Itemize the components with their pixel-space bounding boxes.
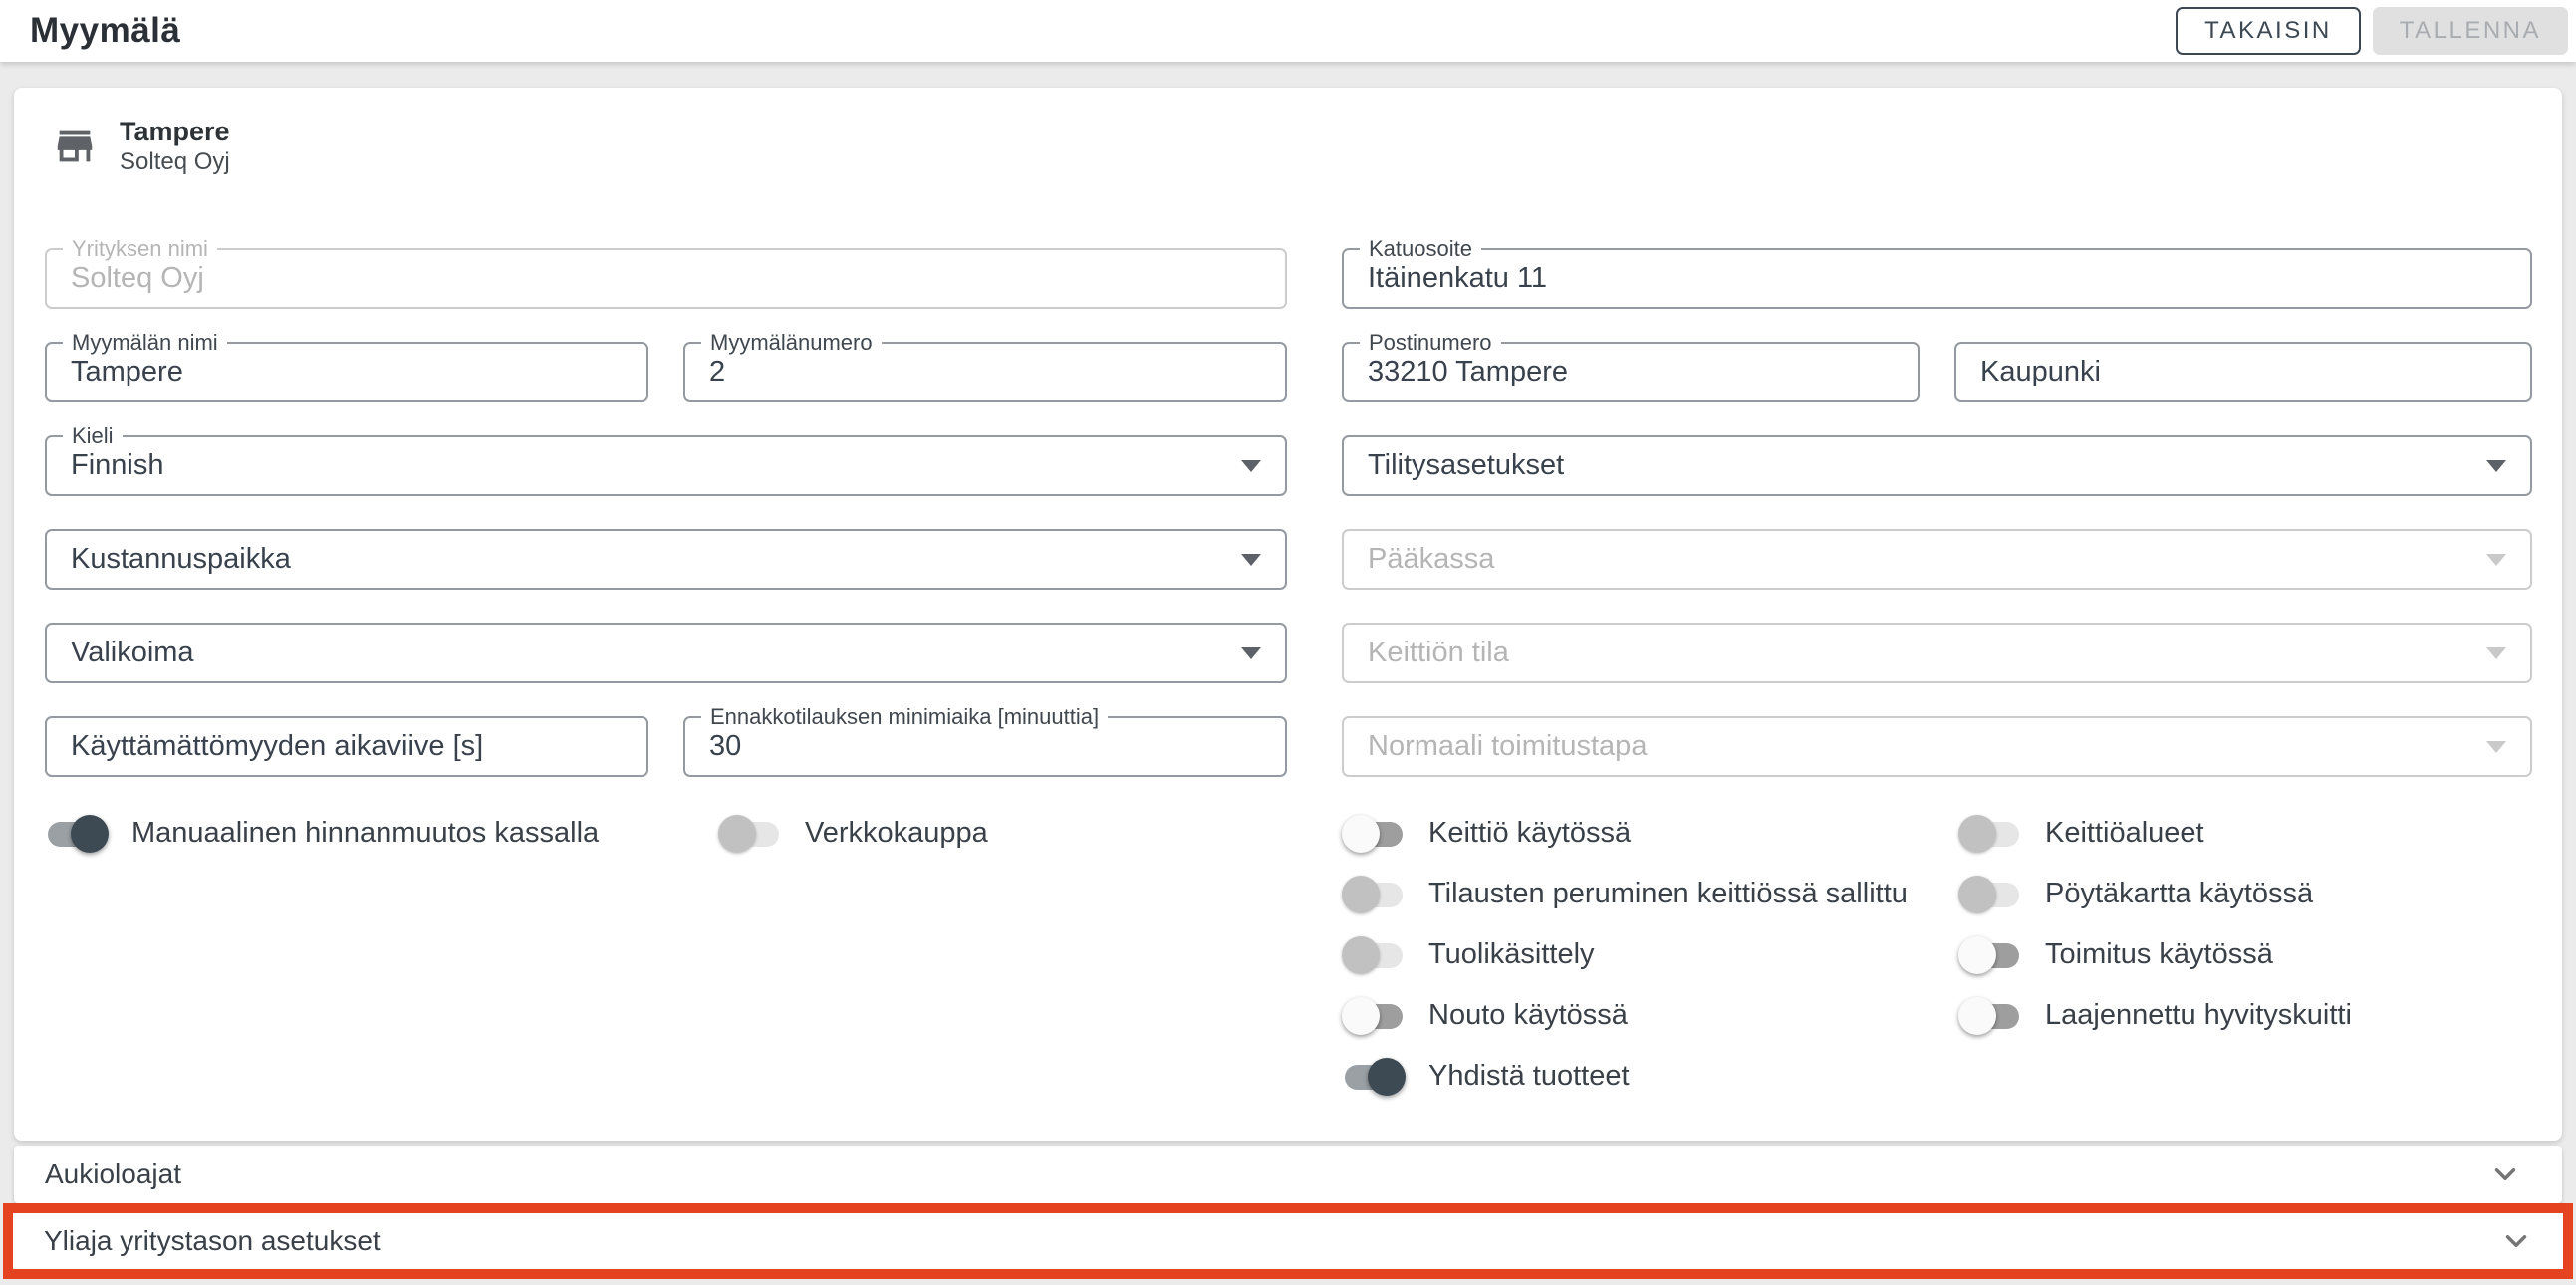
toggle-webshop: Verkkokauppa — [718, 803, 988, 864]
field-value: 30 — [709, 730, 741, 763]
toggle-table-map: Pöytäkartta käytössä — [1958, 864, 2352, 924]
dropdown-arrow-icon — [1241, 554, 1261, 566]
field-label: Katuosoite — [1360, 236, 1481, 262]
main-register-select: Pääkassa — [1342, 529, 2532, 590]
toggle-label: Verkkokauppa — [805, 817, 988, 850]
toggle-label: Laajennettu hyvityskuitti — [2045, 999, 2352, 1032]
store-name-field[interactable]: Myymälän nimi Tampere — [45, 342, 648, 402]
switch — [718, 815, 782, 853]
toggles-section: Manuaalinen hinnanmuutos kassalla Verkko… — [45, 803, 2532, 1107]
app-header: Myymälä TAKAISIN TALLENNA — [0, 0, 2576, 62]
preorder-min-time-field[interactable]: Ennakkotilauksen minimiaika [minuuttia] … — [683, 716, 1287, 777]
field-placeholder: Kaupunki — [1980, 356, 2101, 388]
field-value: Normaali toimitustapa — [1368, 730, 1647, 763]
store-settings-card: Tampere Solteq Oyj Yrityksen nimi Solteq… — [14, 88, 2562, 1141]
toggle-combine-products[interactable]: Yhdistä tuotteet — [1342, 1046, 1958, 1107]
toggle-label: Yhdistä tuotteet — [1428, 1060, 1630, 1093]
switch[interactable] — [1958, 936, 2022, 974]
switch[interactable] — [1342, 997, 1406, 1035]
chevron-down-icon[interactable] — [2499, 1224, 2533, 1258]
field-label: Kieli — [63, 423, 123, 449]
accordion-override-company-settings[interactable]: Yliaja yritystason asetukset — [13, 1213, 2563, 1269]
back-button[interactable]: TAKAISIN — [2176, 7, 2361, 55]
field-label: Myymälän nimi — [63, 330, 227, 356]
switch — [1342, 876, 1406, 913]
city-field[interactable]: Kaupunki — [1954, 342, 2532, 402]
accordion-label: Aukioloajat — [45, 1158, 181, 1190]
toggle-label: Nouto käytössä — [1428, 999, 1628, 1032]
toggle-label: Keittiö käytössä — [1428, 817, 1631, 850]
toggle-manual-price-change[interactable]: Manuaalinen hinnanmuutos kassalla — [45, 803, 683, 864]
field-label: Postinumero — [1360, 330, 1501, 356]
toggle-label: Keittiöalueet — [2045, 817, 2204, 850]
store-icon — [52, 124, 98, 169]
toggle-label: Pöytäkartta käytössä — [2045, 878, 2313, 910]
field-value: Solteq Oyj — [71, 262, 204, 295]
field-value: Finnish — [71, 449, 164, 482]
store-company: Solteq Oyj — [120, 147, 230, 177]
accordion-opening-hours[interactable]: Aukioloajat — [14, 1146, 2562, 1203]
language-select[interactable]: Kieli Finnish — [45, 435, 1287, 496]
field-label: Myymälänumero — [701, 330, 882, 356]
accordion-label: Yliaja yritystason asetukset — [44, 1225, 381, 1257]
field-value: 33210 Tampere — [1368, 356, 1568, 388]
field-value: Tampere — [71, 356, 183, 388]
default-delivery-method-select: Normaali toimitustapa — [1342, 716, 2532, 777]
company-name-field: Yrityksen nimi Solteq Oyj — [45, 248, 1287, 309]
field-label: Ennakkotilauksen minimiaika [minuuttia] — [701, 704, 1108, 730]
toggle-delivery-enabled[interactable]: Toimitus käytössä — [1958, 924, 2352, 985]
switch[interactable] — [1342, 1058, 1406, 1096]
switch — [1342, 936, 1406, 974]
cost-center-select[interactable]: Kustannuspaikka — [45, 529, 1287, 590]
highlight-annotation-box: Yliaja yritystason asetukset — [3, 1203, 2573, 1279]
chevron-down-icon[interactable] — [2488, 1157, 2522, 1191]
field-value: Valikoima — [71, 637, 194, 669]
switch — [1958, 876, 2022, 913]
settlement-settings-select[interactable]: Tilitysasetukset — [1342, 435, 2532, 496]
header-actions: TAKAISIN TALLENNA — [2176, 7, 2568, 55]
dropdown-arrow-icon — [2486, 741, 2506, 753]
field-value: Pääkassa — [1368, 543, 1494, 576]
toggle-kitchen-enabled[interactable]: Keittiö käytössä — [1342, 803, 1958, 864]
dropdown-arrow-icon — [2486, 460, 2506, 472]
page-title: Myymälä — [30, 11, 180, 51]
dropdown-arrow-icon — [2486, 647, 2506, 659]
field-label: Yrityksen nimi — [63, 236, 217, 262]
switch[interactable] — [45, 815, 109, 853]
store-titles: Tampere Solteq Oyj — [120, 116, 230, 177]
toggle-chair-handling: Tuolikäsittely — [1342, 924, 1958, 985]
toggle-extended-refund-receipt[interactable]: Laajennettu hyvityskuitti — [1958, 985, 2352, 1046]
toggle-kitchen-areas: Keittiöalueet — [1958, 803, 2352, 864]
field-placeholder: Käyttämättömyyden aikaviive [s] — [71, 730, 483, 763]
store-header: Tampere Solteq Oyj — [45, 116, 2532, 177]
save-button: TALLENNA — [2373, 7, 2568, 55]
field-value: 2 — [709, 356, 725, 388]
toggle-label: Tilausten peruminen keittiössä sallittu — [1428, 878, 1908, 910]
store-number-field[interactable]: Myymälänumero 2 — [683, 342, 1287, 402]
switch — [1958, 815, 2022, 853]
field-value: Keittiön tila — [1368, 637, 1509, 669]
toggle-pickup-enabled[interactable]: Nouto käytössä — [1342, 985, 1958, 1046]
toggle-label: Tuolikäsittely — [1428, 938, 1595, 971]
toggle-label: Manuaalinen hinnanmuutos kassalla — [131, 817, 599, 850]
street-address-field[interactable]: Katuosoite Itäinenkatu 11 — [1342, 248, 2532, 309]
switch[interactable] — [1342, 815, 1406, 853]
store-form: Yrityksen nimi Solteq Oyj Katuosoite Itä… — [45, 248, 2532, 1107]
idle-timeout-field[interactable]: Käyttämättömyyden aikaviive [s] — [45, 716, 648, 777]
field-value: Tilitysasetukset — [1368, 449, 1564, 482]
assortment-select[interactable]: Valikoima — [45, 623, 1287, 683]
dropdown-arrow-icon — [1241, 460, 1261, 472]
postal-code-field[interactable]: Postinumero 33210 Tampere — [1342, 342, 1920, 402]
field-value: Itäinenkatu 11 — [1368, 262, 1547, 295]
store-name: Tampere — [120, 116, 230, 147]
toggle-order-cancel-in-kitchen: Tilausten peruminen keittiössä sallittu — [1342, 864, 1958, 924]
field-value: Kustannuspaikka — [71, 543, 291, 576]
switch[interactable] — [1958, 997, 2022, 1035]
dropdown-arrow-icon — [2486, 554, 2506, 566]
kitchen-state-select: Keittiön tila — [1342, 623, 2532, 683]
dropdown-arrow-icon — [1241, 647, 1261, 659]
toggle-label: Toimitus käytössä — [2045, 938, 2273, 971]
